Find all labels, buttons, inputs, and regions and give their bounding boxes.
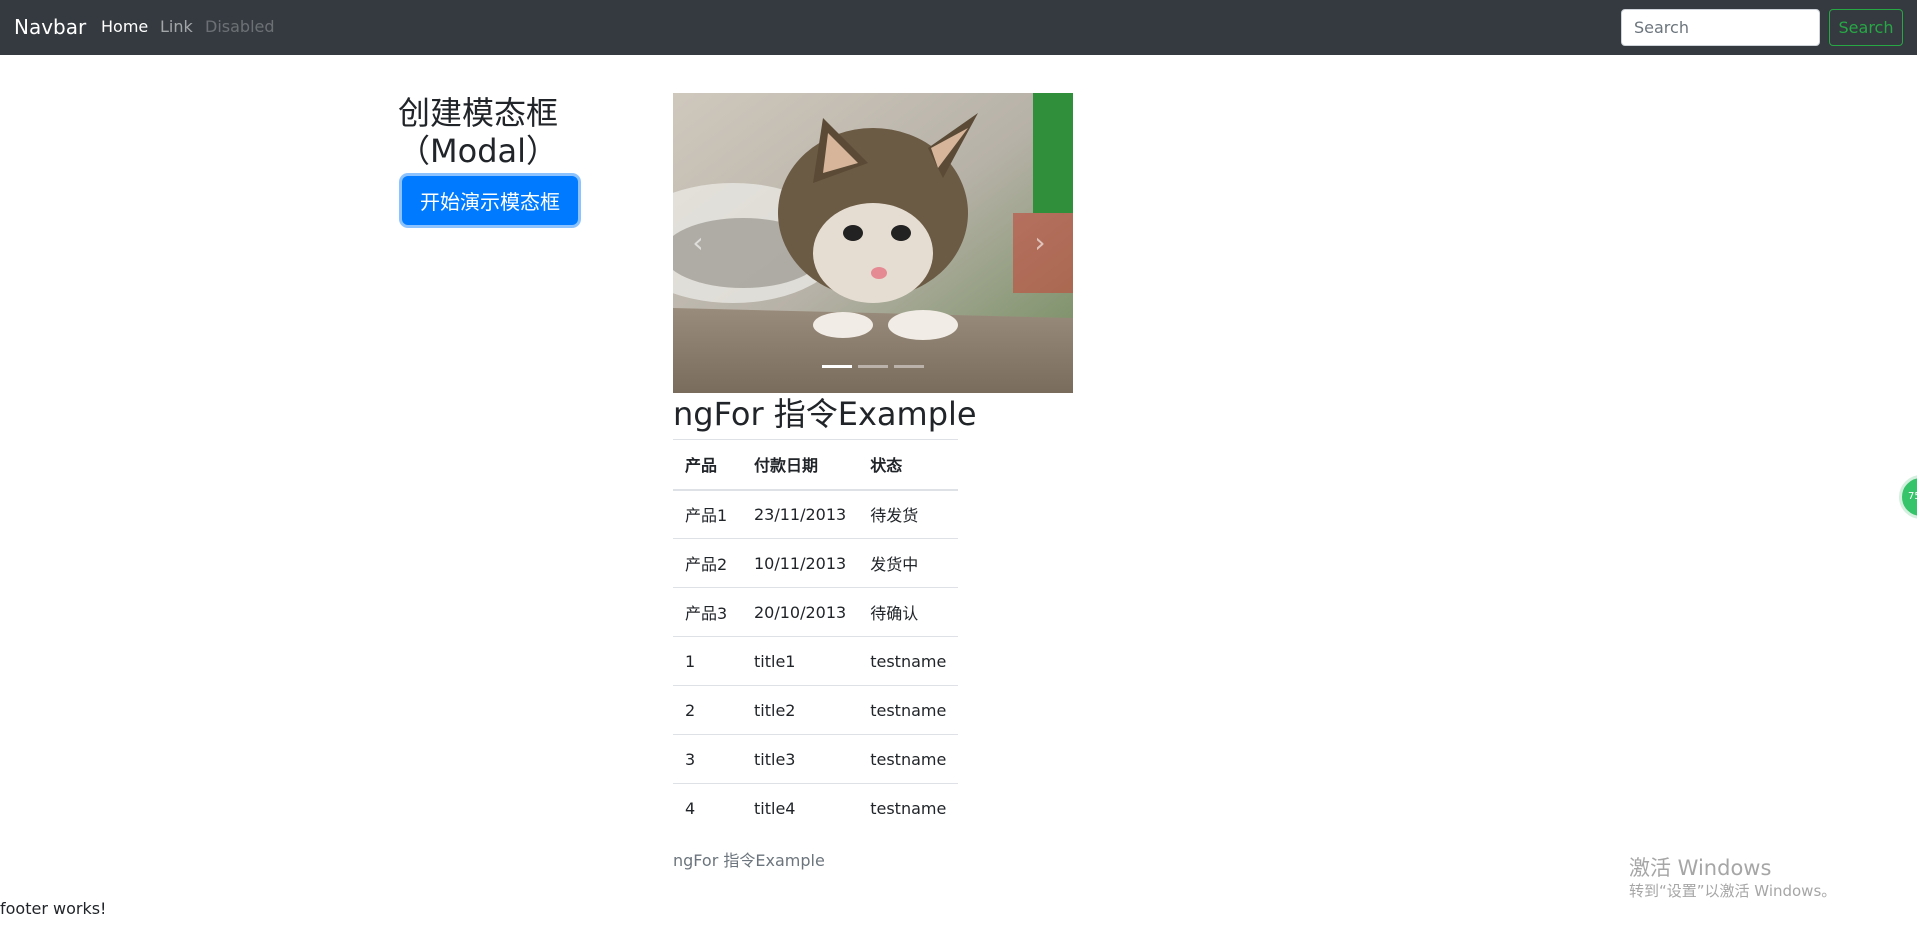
floating-badge[interactable]: 75 — [1899, 475, 1917, 519]
table-cell: title4 — [742, 783, 859, 833]
table-row: 3 title3 testname — [673, 734, 959, 784]
search-button[interactable]: Search — [1829, 9, 1903, 46]
search-input[interactable] — [1621, 9, 1820, 46]
table-cell: testname — [858, 734, 959, 784]
table-cell: 10/11/2013 — [742, 538, 859, 588]
table-cell: 3 — [673, 734, 742, 784]
column-header: 状态 — [858, 439, 959, 491]
table-row: 产品3 20/10/2013 待确认 — [673, 587, 959, 637]
table-row: 1 title1 testname — [673, 636, 959, 686]
table-cell: 1 — [673, 636, 742, 686]
table-cell: title1 — [742, 636, 859, 686]
nav-link-home[interactable]: Home — [101, 17, 148, 37]
carousel-slide-image — [673, 93, 1073, 393]
launch-modal-button[interactable]: 开始演示模态框 — [402, 176, 578, 225]
column-header: 产品 — [673, 439, 742, 491]
table-cell: 产品2 — [673, 538, 742, 588]
table-cell: title3 — [742, 734, 859, 784]
table-cell: testname — [858, 636, 959, 686]
table-row: 产品2 10/11/2013 发货中 — [673, 538, 959, 588]
table-section-title: ngFor 指令Example — [673, 395, 977, 433]
products-table: 产品 付款日期 状态 产品1 23/11/2013 待发货 产品2 10/11/… — [673, 439, 959, 833]
footer-text: footer works! — [0, 899, 107, 918]
table-header-row: 产品 付款日期 状态 — [673, 439, 959, 491]
column-header: 付款日期 — [742, 439, 859, 491]
nav-link-link[interactable]: Link — [160, 17, 193, 37]
carousel-indicator[interactable] — [822, 365, 852, 368]
carousel-indicators — [673, 365, 1073, 368]
table-cell: 产品1 — [673, 489, 742, 539]
windows-activation-title: 激活 Windows — [1629, 856, 1772, 880]
top-navbar: Navbar Home Link Disabled Search — [0, 0, 1917, 55]
table-cell: 20/10/2013 — [742, 587, 859, 637]
carousel-indicator[interactable] — [858, 365, 888, 368]
table-cell: 待确认 — [858, 587, 959, 637]
carousel-next-icon[interactable]: › — [1025, 223, 1055, 263]
table-row: 产品1 23/11/2013 待发货 — [673, 489, 959, 539]
table-row: 4 title4 testname — [673, 783, 959, 833]
windows-activation-subtitle: 转到“设置”以激活 Windows。 — [1629, 882, 1837, 900]
table-cell: testname — [858, 783, 959, 833]
image-carousel: ‹ › — [673, 93, 1073, 393]
table-cell: 产品3 — [673, 587, 742, 637]
table-cell: title2 — [742, 685, 859, 735]
table-cell: 23/11/2013 — [742, 489, 859, 539]
table-cell: 待发货 — [858, 489, 959, 539]
table-cell: 4 — [673, 783, 742, 833]
table-caption: ngFor 指令Example — [673, 851, 825, 870]
table-cell: 发货中 — [858, 538, 959, 588]
carousel-indicator[interactable] — [894, 365, 924, 368]
modal-section-title: 创建模态框（Modal） — [398, 94, 559, 170]
table-cell: 2 — [673, 685, 742, 735]
table-row: 2 title2 testname — [673, 685, 959, 735]
nav-link-disabled: Disabled — [205, 17, 275, 36]
carousel-prev-icon[interactable]: ‹ — [683, 223, 713, 263]
navbar-brand[interactable]: Navbar — [14, 14, 86, 41]
table-cell: testname — [858, 685, 959, 735]
